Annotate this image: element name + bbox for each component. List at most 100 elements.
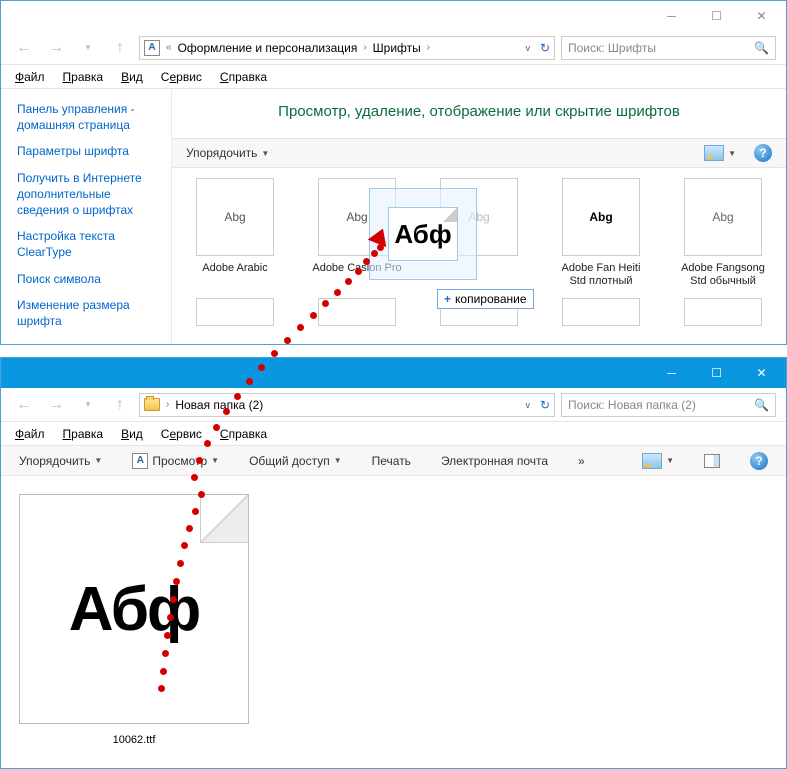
- page-heading: Просмотр, удаление, отображение или скры…: [172, 89, 786, 138]
- help-button[interactable]: ?: [746, 450, 772, 472]
- drag-path-dot: [173, 578, 180, 585]
- nav-up-button[interactable]: ↑: [107, 35, 133, 61]
- drag-path-dot: [186, 525, 193, 532]
- drag-path-dot: [297, 324, 304, 331]
- menu-edit[interactable]: Правка: [63, 427, 104, 441]
- drag-path-dot: [158, 685, 165, 692]
- font-thumbnail: Abg: [684, 178, 762, 256]
- help-button[interactable]: ?: [750, 142, 776, 164]
- breadcrumb-field[interactable]: A « Оформление и персонализация › Шрифты…: [139, 36, 555, 60]
- chevron-right-icon: ›: [425, 42, 432, 53]
- copy-tooltip: + копирование: [437, 289, 534, 309]
- folder-window: ─ ☐ ✕ ← → ▾ ↑ › Новая папка (2) v ↻ Поис…: [0, 357, 787, 769]
- sidebar-link[interactable]: Настройка текста ClearType: [17, 228, 165, 260]
- nav-forward-button: →: [43, 35, 69, 61]
- help-icon: ?: [754, 144, 772, 162]
- menu-service[interactable]: Сервис: [161, 427, 202, 441]
- menu-help[interactable]: Справка: [220, 70, 267, 84]
- page-fold-icon: [443, 208, 457, 222]
- chevron-right-icon: ›: [164, 399, 171, 410]
- folder-icon: [144, 397, 160, 413]
- breadcrumb-seg[interactable]: Шрифты: [373, 41, 421, 55]
- page-fold-icon: [200, 495, 248, 543]
- search-placeholder: Поиск: Новая папка (2): [568, 398, 696, 412]
- minimize-button[interactable]: ─: [649, 2, 694, 30]
- more-button[interactable]: »: [574, 452, 589, 470]
- font-item[interactable]: Abg Adobe Fan Heiti Std плотный: [556, 178, 646, 288]
- menu-file[interactable]: Файл: [15, 427, 45, 441]
- drag-path-dot: [213, 424, 220, 431]
- file-glyph: Абф: [69, 574, 200, 645]
- chevron-down-icon: ▼: [334, 456, 342, 465]
- font-grid[interactable]: Abg Adobe Arabic Abg Adobe Caslon Pro Ab…: [172, 168, 786, 298]
- nav-back-button[interactable]: ←: [11, 35, 37, 61]
- drag-path-dot: [196, 457, 203, 464]
- minimize-button[interactable]: ─: [649, 359, 694, 387]
- search-input[interactable]: Поиск: Шрифты 🔍: [561, 36, 776, 60]
- print-button[interactable]: Печать: [368, 452, 415, 470]
- file-area[interactable]: Абф 10062.ttf: [1, 476, 786, 766]
- refresh-icon[interactable]: ↻: [540, 398, 550, 412]
- drag-path-dot: [181, 542, 188, 549]
- font-thumbnail: Abg: [562, 178, 640, 256]
- drag-path-dot: [177, 560, 184, 567]
- menubar: Файл Правка Вид Сервис Справка: [1, 422, 786, 446]
- close-button[interactable]: ✕: [739, 359, 784, 387]
- breadcrumb-dropdown-icon[interactable]: v: [519, 400, 536, 410]
- organize-label: Упорядочить: [186, 146, 257, 160]
- menu-view[interactable]: Вид: [121, 70, 143, 84]
- sidebar-link[interactable]: Изменение размера шрифта: [17, 297, 165, 329]
- menu-service[interactable]: Сервис: [161, 70, 202, 84]
- fonts-folder-icon: A: [144, 40, 160, 56]
- maximize-button[interactable]: ☐: [694, 359, 739, 387]
- breadcrumb-seg[interactable]: Оформление и персонализация: [178, 41, 358, 55]
- chevron-down-icon: ▼: [666, 456, 674, 465]
- breadcrumb-dropdown-icon[interactable]: v: [519, 43, 536, 53]
- font-item[interactable]: Abg Adobe Arabic: [190, 178, 280, 288]
- sidebar-link[interactable]: Панель управления - домашняя страница: [17, 101, 165, 133]
- breadcrumb-field[interactable]: › Новая папка (2) v ↻: [139, 393, 555, 417]
- font-thumbnail[interactable]: [562, 298, 640, 326]
- nav-history-dropdown[interactable]: ▾: [75, 392, 101, 418]
- menu-file[interactable]: Файл: [15, 70, 45, 84]
- file-item[interactable]: Абф 10062.ttf: [19, 494, 249, 746]
- nav-history-dropdown[interactable]: ▾: [75, 35, 101, 61]
- drag-path-dot: [234, 393, 241, 400]
- font-preview-icon: A: [132, 453, 148, 469]
- breadcrumb-seg[interactable]: Новая папка (2): [175, 398, 263, 412]
- search-icon[interactable]: 🔍: [754, 41, 769, 55]
- share-button[interactable]: Общий доступ▼: [245, 452, 346, 470]
- preview-button[interactable]: AПросмотр▼: [128, 451, 223, 471]
- chevron-down-icon: ▼: [211, 456, 219, 465]
- chevron-down-icon: ▼: [728, 149, 736, 158]
- sidebar-link[interactable]: Поиск символа: [17, 271, 165, 287]
- refresh-icon[interactable]: ↻: [540, 41, 550, 55]
- organize-button[interactable]: Упорядочить ▼: [182, 144, 273, 162]
- search-icon[interactable]: 🔍: [754, 398, 769, 412]
- chevron-down-icon: ▼: [94, 456, 102, 465]
- sidebar-link[interactable]: Параметры шрифта: [17, 143, 165, 159]
- nav-up-button[interactable]: ↑: [107, 392, 133, 418]
- sidebar: Панель управления - домашняя страница Па…: [1, 89, 171, 344]
- nav-back-button[interactable]: ←: [11, 392, 37, 418]
- font-thumbnail[interactable]: [684, 298, 762, 326]
- view-options-button[interactable]: ▼: [700, 143, 740, 163]
- font-item[interactable]: Abg Adobe Fangsong Std обычный: [678, 178, 768, 288]
- drag-path-dot: [167, 614, 174, 621]
- menu-edit[interactable]: Правка: [63, 70, 104, 84]
- sidebar-link[interactable]: Получить в Интернете дополнительные свед…: [17, 170, 165, 219]
- email-button[interactable]: Электронная почта: [437, 452, 552, 470]
- view-options-button[interactable]: ▼: [638, 451, 678, 471]
- drag-path-dot: [191, 474, 198, 481]
- close-button[interactable]: ✕: [739, 2, 784, 30]
- menu-help[interactable]: Справка: [220, 427, 267, 441]
- organize-button[interactable]: Упорядочить▼: [15, 452, 106, 470]
- preview-pane-button[interactable]: [700, 452, 724, 470]
- font-name: Adobe Arabic: [190, 262, 280, 275]
- maximize-button[interactable]: ☐: [694, 2, 739, 30]
- search-input[interactable]: Поиск: Новая папка (2) 🔍: [561, 393, 776, 417]
- menu-view[interactable]: Вид: [121, 427, 143, 441]
- chevron-down-icon: ▼: [261, 149, 269, 158]
- font-thumbnail[interactable]: [318, 298, 396, 326]
- font-thumbnail[interactable]: [196, 298, 274, 326]
